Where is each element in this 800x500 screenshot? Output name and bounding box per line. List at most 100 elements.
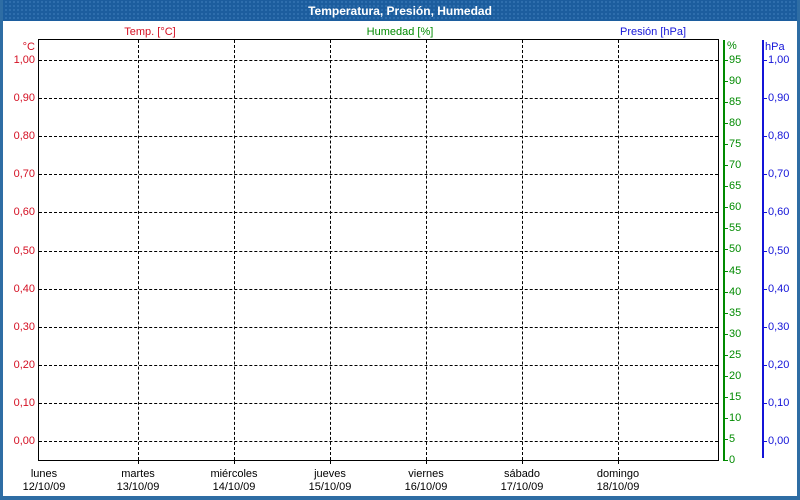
temp-tick-label: 0,00 [2,434,35,448]
pressure-tick-label: 0,10 [768,396,789,410]
day-date: 17/10/09 [474,481,570,494]
gridline-v [522,40,523,460]
x-axis-day-label: lunes 12/10/09 [0,468,92,494]
humidity-tick-label: 40 [729,285,741,299]
pressure-tick-label: 1,00 [768,53,789,67]
gridline-v [330,40,331,460]
temp-tick-label: 0,90 [2,91,35,105]
legend-humidity: Humedad [%] [367,26,434,39]
pressure-tick-label: 0,00 [768,434,789,448]
pressure-tick-label: 0,40 [768,282,789,296]
gridline-h [39,212,718,213]
humidity-tickmark [723,292,728,293]
humidity-tick-label: 60 [729,200,741,214]
window-titlebar: Temperatura, Presión, Humedad [0,0,800,21]
x-axis-tickmark [522,460,523,464]
temp-tick-label: 0,50 [2,244,35,258]
pressure-tick-label: 0,50 [768,244,789,258]
pressure-tickmark [762,98,767,99]
humidity-tickmark [723,334,728,335]
gridline-h [39,403,718,404]
gridline-h [39,98,718,99]
humidity-tick-label: 20 [729,369,741,383]
day-date: 16/10/09 [378,481,474,494]
day-date: 13/10/09 [90,481,186,494]
humidity-tick-label: 80 [729,116,741,130]
humidity-tickmark [723,228,728,229]
humidity-tick-label: 90 [729,74,741,88]
humidity-tickmark [723,355,728,356]
x-axis-tickmark [426,460,427,464]
gridline-h [39,251,718,252]
gridline-v [618,40,619,460]
x-axis-tickmark [234,460,235,464]
x-axis-day-label: domingo 18/10/09 [570,468,666,494]
gridline-v [234,40,235,460]
pressure-tickmark [762,174,767,175]
gridline-h [39,174,718,175]
humidity-tickmark [723,313,728,314]
humidity-tickmark [723,376,728,377]
gridline-h [39,327,718,328]
humidity-tick-label: 95 [729,53,741,67]
pressure-tickmark [762,289,767,290]
humidity-tick-label: 55 [729,221,741,235]
humidity-tick-label: 45 [729,264,741,278]
humidity-tick-label: 0 [729,453,735,467]
day-name: domingo [570,468,666,481]
pressure-tickmark [762,327,767,328]
day-date: 15/10/09 [282,481,378,494]
legend-temperature: Temp. [°C] [124,26,175,39]
gridline-h [39,365,718,366]
humidity-axis-unit: % [727,40,737,53]
day-name: lunes [0,468,92,481]
humidity-tickmark [723,397,728,398]
gridline-h [39,441,718,442]
x-axis-day-label: sábado 17/10/09 [474,468,570,494]
humidity-tick-label: 5 [729,432,735,446]
pressure-tickmark [762,60,767,61]
humidity-tickmark [723,439,728,440]
x-axis-tickmark [330,460,331,464]
humidity-tickmark [723,460,728,461]
temp-tick-label: 0,60 [2,205,35,219]
humidity-tick-label: 75 [729,137,741,151]
day-name: miércoles [186,468,282,481]
pressure-tickmark [762,136,767,137]
humidity-tickmark [723,60,728,61]
day-name: viernes [378,468,474,481]
pressure-tickmark [762,365,767,366]
day-date: 12/10/09 [0,481,92,494]
humidity-tickmark [723,81,728,82]
humidity-tick-label: 50 [729,242,741,256]
humidity-tickmark [723,186,728,187]
gridline-h [39,289,718,290]
temp-tick-label: 0,30 [2,320,35,334]
x-axis-day-label: viernes 16/10/09 [378,468,474,494]
humidity-tick-label: 85 [729,95,741,109]
humidity-tickmark [723,102,728,103]
gridline-v [426,40,427,460]
x-axis-day-label: miércoles 14/10/09 [186,468,282,494]
humidity-tickmark [723,165,728,166]
gridline-v [138,40,139,460]
temp-tick-label: 1,00 [2,53,35,67]
humidity-tick-label: 15 [729,390,741,404]
pressure-tickmark [762,212,767,213]
pressure-tick-label: 0,30 [768,320,789,334]
pressure-tickmark [762,403,767,404]
legend-pressure: Presión [hPa] [620,26,686,39]
pressure-tickmark [762,251,767,252]
day-date: 14/10/09 [186,481,282,494]
temp-tick-label: 0,10 [2,396,35,410]
humidity-tickmark [723,207,728,208]
humidity-tickmark [723,123,728,124]
humidity-tick-label: 35 [729,306,741,320]
humidity-tick-label: 30 [729,327,741,341]
humidity-tick-label: 70 [729,158,741,172]
pressure-tick-label: 0,70 [768,167,789,181]
pressure-tick-label: 0,80 [768,129,789,143]
humidity-tickmark [723,271,728,272]
window-title: Temperatura, Presión, Humedad [308,4,492,18]
pressure-axis-line [762,40,764,458]
